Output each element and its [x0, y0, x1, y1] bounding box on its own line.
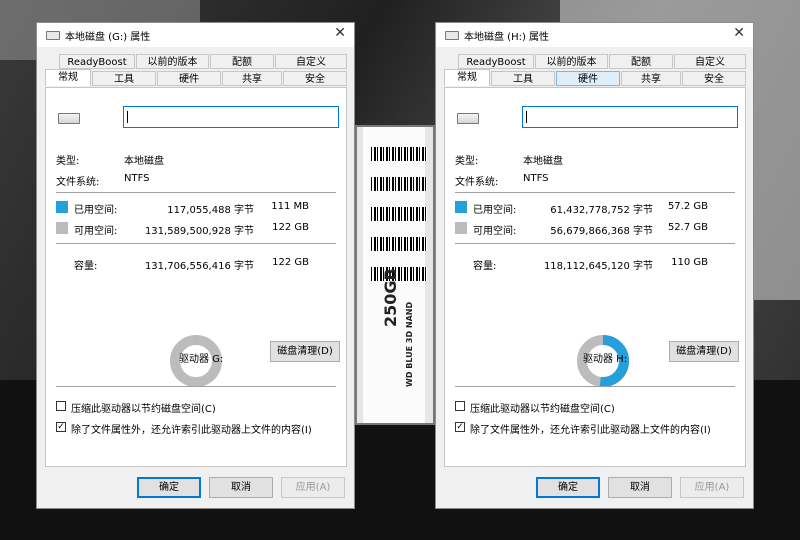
drive-icon	[457, 113, 479, 124]
ok-button[interactable]: 确定	[137, 477, 201, 498]
barcode	[371, 147, 427, 161]
tab-2[interactable]: 配额	[210, 54, 274, 69]
free-space-swatch	[455, 222, 467, 234]
filesystem-value: NTFS	[523, 173, 549, 184]
used-space-swatch	[455, 201, 467, 213]
used-space-bytes: 61,432,778,752 字节	[550, 205, 653, 216]
used-space-size: 57.2 GB	[667, 201, 708, 212]
tab-4[interactable]: 安全	[283, 71, 347, 86]
title-bar[interactable]: 本地磁盘 (G:) 属性 ✕	[37, 23, 354, 47]
separator	[455, 386, 735, 387]
filesystem-label: 文件系统:	[56, 177, 100, 188]
tab-0[interactable]: ReadyBoost	[458, 54, 534, 69]
ok-button[interactable]: 确定	[536, 477, 600, 498]
tab-1[interactable]: 工具	[92, 71, 156, 86]
tab-1[interactable]: 工具	[491, 71, 555, 86]
apply-button[interactable]: 应用(A)	[281, 477, 345, 498]
close-icon[interactable]: ✕	[733, 25, 745, 41]
separator	[455, 192, 735, 193]
tab-2[interactable]: 硬件	[157, 71, 221, 86]
drive-icon	[445, 31, 459, 40]
title-bar[interactable]: 本地磁盘 (H:) 属性 ✕	[436, 23, 753, 47]
tab-2[interactable]: 硬件	[556, 71, 620, 86]
barcode	[371, 177, 427, 191]
tab-0[interactable]: ReadyBoost	[59, 54, 135, 69]
tab-4[interactable]: 安全	[682, 71, 746, 86]
separator	[455, 243, 735, 244]
compress-checkbox[interactable]	[455, 401, 465, 411]
ssd-capacity-text: 250GB	[381, 268, 400, 327]
used-space-bytes: 117,055,488 字节	[167, 205, 254, 216]
free-space-bytes: 56,679,866,368 字节	[550, 226, 653, 237]
close-icon[interactable]: ✕	[334, 25, 346, 41]
window-title: 本地磁盘 (G:) 属性	[65, 32, 151, 43]
ssd-photo: 250GB WD BLUE 3D NAND	[355, 125, 435, 425]
index-label[interactable]: 除了文件属性外，还允许索引此驱动器上文件的内容(I)	[71, 421, 312, 436]
tab-3[interactable]: 自定义	[275, 54, 347, 69]
disk-cleanup-button[interactable]: 磁盘清理(D)	[669, 341, 739, 362]
volume-name-input[interactable]	[522, 106, 738, 128]
properties-dialog-g: 本地磁盘 (G:) 属性 ✕ ReadyBoost 以前的版本 配额 自定义 常规 工具…	[36, 22, 355, 509]
cancel-button[interactable]: 取消	[209, 477, 273, 498]
ssd-model-text: WD BLUE 3D NAND	[405, 301, 414, 387]
type-label: 类型:	[455, 156, 479, 167]
free-space-bytes: 131,589,500,928 字节	[144, 226, 254, 237]
capacity-size: 110 GB	[671, 257, 708, 268]
text-caret	[526, 111, 527, 123]
apply-button[interactable]: 应用(A)	[680, 477, 744, 498]
capacity-label: 容量:	[74, 261, 98, 272]
tab-3[interactable]: 共享	[222, 71, 282, 86]
volume-name-input[interactable]	[123, 106, 339, 128]
text-caret	[127, 111, 128, 123]
compress-checkbox[interactable]	[56, 401, 66, 411]
type-value: 本地磁盘	[523, 156, 563, 167]
tab-2[interactable]: 配额	[609, 54, 673, 69]
compress-label[interactable]: 压缩此驱动器以节约磁盘空间(C)	[71, 400, 216, 415]
drive-icon	[46, 31, 60, 40]
capacity-label: 容量:	[473, 261, 497, 272]
tab-0[interactable]: 常规	[45, 69, 91, 86]
type-label: 类型:	[56, 156, 80, 167]
capacity-bytes: 118,112,645,120 字节	[543, 261, 653, 272]
separator	[56, 243, 336, 244]
drive-letter-label: 驱动器 H:	[583, 354, 628, 365]
disk-cleanup-button[interactable]: 磁盘清理(D)	[270, 341, 340, 362]
barcode	[371, 207, 427, 221]
general-panel: 类型: 本地磁盘 文件系统: NTFS 已用空间: 61,432,778,752…	[444, 87, 746, 467]
capacity-size: 122 GB	[272, 257, 309, 268]
used-space-swatch	[56, 201, 68, 213]
general-panel: 类型: 本地磁盘 文件系统: NTFS 已用空间: 117,055,488 字节…	[45, 87, 347, 467]
separator	[56, 386, 336, 387]
tab-1[interactable]: 以前的版本	[535, 54, 608, 69]
type-value: 本地磁盘	[124, 156, 164, 167]
cancel-button[interactable]: 取消	[608, 477, 672, 498]
properties-dialog-h: 本地磁盘 (H:) 属性 ✕ ReadyBoost 以前的版本 配额 自定义 常规 工具…	[435, 22, 754, 509]
compress-label[interactable]: 压缩此驱动器以节约磁盘空间(C)	[470, 400, 615, 415]
used-space-size: 111 MB	[271, 201, 309, 212]
free-space-size: 122 GB	[272, 222, 309, 233]
window-title: 本地磁盘 (H:) 属性	[464, 32, 550, 43]
drive-letter-label: 驱动器 G:	[179, 354, 224, 365]
tab-0[interactable]: 常规	[444, 69, 490, 86]
capacity-bytes: 131,706,556,416 字节	[144, 261, 254, 272]
tab-3[interactable]: 自定义	[674, 54, 746, 69]
index-label[interactable]: 除了文件属性外，还允许索引此驱动器上文件的内容(I)	[470, 421, 711, 436]
tab-1[interactable]: 以前的版本	[136, 54, 209, 69]
free-space-swatch	[56, 222, 68, 234]
free-space-size: 52.7 GB	[667, 222, 708, 233]
barcode	[371, 237, 427, 251]
filesystem-value: NTFS	[124, 173, 150, 184]
index-checkbox[interactable]: ✓	[455, 422, 465, 432]
filesystem-label: 文件系统:	[455, 177, 499, 188]
separator	[56, 192, 336, 193]
tab-3[interactable]: 共享	[621, 71, 681, 86]
index-checkbox[interactable]: ✓	[56, 422, 66, 432]
drive-icon	[58, 113, 80, 124]
